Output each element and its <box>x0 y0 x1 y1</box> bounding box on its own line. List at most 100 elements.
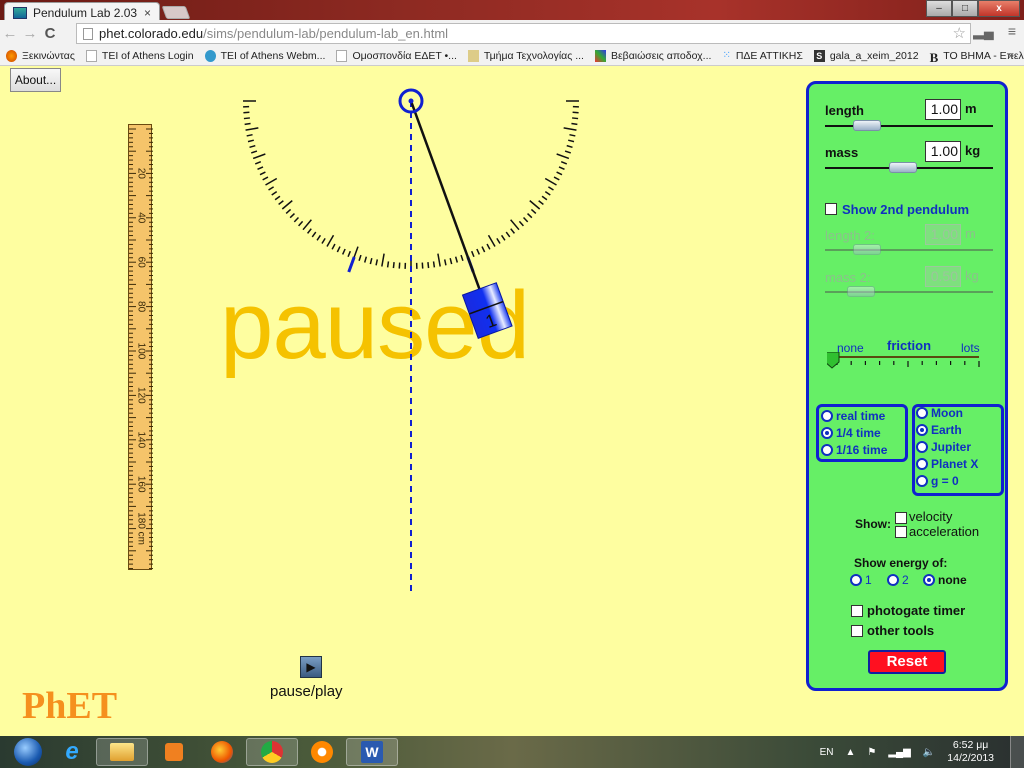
photogate-timer-checkbox[interactable] <box>851 605 863 617</box>
bookmark-item[interactable]: ⁙ ΠΔΕ ΑΤΤΙΚΗΣ <box>722 50 802 62</box>
mass2-input: 0.50 <box>925 266 961 287</box>
energy-radio[interactable] <box>923 574 935 586</box>
protractor-tick <box>522 217 529 223</box>
protractor-tick <box>278 200 284 206</box>
friction-thumb[interactable] <box>827 352 840 369</box>
time-speed-radio[interactable] <box>821 444 833 456</box>
length-slider-track[interactable] <box>825 125 993 127</box>
play-pause-label: pause/play <box>270 683 343 700</box>
protractor-tick <box>544 190 551 196</box>
bookmark-item[interactable]: Sgala_a_xeim_2012 <box>813 50 919 62</box>
taskbar-chrome[interactable] <box>246 738 298 766</box>
bookmark-item[interactable]: Ομοσπονδία ΕΔΕΤ •... <box>336 50 457 62</box>
time-speed-radio[interactable] <box>821 410 833 422</box>
time-speed-option-label: 1/4 time <box>836 426 881 440</box>
protractor-tick <box>529 200 541 210</box>
reset-button[interactable]: Reset <box>868 650 946 674</box>
minimize-button[interactable]: – <box>926 0 952 17</box>
gravity-option-label: g = 0 <box>931 474 959 488</box>
taskbar-ie[interactable]: e <box>46 738 98 766</box>
gravity-option-label: Jupiter <box>931 440 972 454</box>
show-desktop-button[interactable] <box>1010 736 1024 768</box>
energy-radio[interactable] <box>850 574 862 586</box>
protractor-tick <box>293 217 300 223</box>
protractor-tick <box>302 219 312 231</box>
control-panel: length 1.00 m mass 1.00 kg Show 2nd pend… <box>806 81 1008 691</box>
dots-icon: ⁙ <box>722 50 731 61</box>
gravity-radio[interactable] <box>916 407 928 419</box>
protractor-tick <box>518 220 524 227</box>
protractor-tick <box>568 139 575 143</box>
gravity-radio[interactable] <box>916 458 928 470</box>
avast-icon <box>311 741 333 763</box>
pivot-dot <box>408 98 414 104</box>
time-speed-option-label: 1/16 time <box>836 443 888 457</box>
bookmark-item[interactable]: Ξεκινώντας <box>6 50 75 62</box>
bookmark-label: TEI of Athens Login <box>101 50 194 62</box>
windows-taskbar: e W EN ▲ ⚑ ▂▄▆ 🔈 6:52 μμ 14/2/2013 <box>0 736 1024 768</box>
energy-radio[interactable] <box>887 574 899 586</box>
gravity-radio[interactable] <box>916 441 928 453</box>
mass-unit: kg <box>965 143 981 158</box>
language-indicator[interactable]: EN <box>820 747 834 758</box>
protractor-tick <box>558 166 565 171</box>
protractor-tick <box>336 246 341 253</box>
show-2nd-pendulum-checkbox[interactable] <box>825 203 837 215</box>
action-center-flag-icon[interactable]: ⚑ <box>867 747 876 758</box>
menu-icon[interactable]: ≡ <box>1008 23 1016 40</box>
gravity-radio[interactable] <box>916 424 928 436</box>
back-icon[interactable]: ← <box>0 25 20 42</box>
other-tools-checkbox[interactable] <box>851 625 863 637</box>
volume-icon[interactable]: 🔈 <box>923 747 935 758</box>
bookmark-item[interactable]: TEI of Athens Login <box>85 50 194 62</box>
clock[interactable]: 6:52 μμ 14/2/2013 <box>947 739 994 765</box>
length2-input: 1.00 <box>925 224 961 245</box>
velocity-checkbox[interactable] <box>895 512 907 524</box>
mass-input[interactable]: 1.00 <box>925 141 961 162</box>
network-icon[interactable]: ▂▄▆ <box>888 747 910 758</box>
protractor-tick <box>510 219 520 231</box>
length-slider-thumb[interactable] <box>853 120 881 131</box>
pendulum-stage: 1 <box>243 88 579 591</box>
taskbar-avast[interactable] <box>296 738 348 766</box>
new-tab-button[interactable] <box>161 6 191 19</box>
protractor-tick <box>358 254 362 262</box>
protractor-tick <box>375 259 379 266</box>
bob-body <box>461 282 513 339</box>
play-pause-button[interactable]: ▶ <box>300 656 322 678</box>
time-speed-radio[interactable] <box>821 427 833 439</box>
more-bookmarks-button[interactable]: » <box>1008 50 1014 62</box>
bookmark-star-icon[interactable]: ☆ <box>953 24 966 42</box>
taskbar-explorer[interactable] <box>96 738 148 766</box>
taskbar-firefox[interactable] <box>196 738 248 766</box>
taskbar-word[interactable]: W <box>346 738 398 766</box>
close-window-button[interactable]: x <box>978 0 1020 17</box>
browser-tab[interactable]: Pendulum Lab 2.03 × <box>4 2 160 22</box>
gravity-radio[interactable] <box>916 475 928 487</box>
maximize-button[interactable]: □ <box>952 0 978 17</box>
pendulum-bob[interactable]: 1 <box>461 282 513 339</box>
signal-icon[interactable]: ▂▄ <box>973 23 994 40</box>
length-input[interactable]: 1.00 <box>925 99 961 120</box>
address-bar[interactable]: phet.colorado.edu /sims/pendulum-lab/pen… <box>76 23 971 44</box>
forward-icon[interactable]: → <box>20 25 40 42</box>
page-icon <box>85 50 97 62</box>
friction-slider[interactable] <box>827 352 983 374</box>
mass-slider-thumb[interactable] <box>889 162 917 173</box>
taskbar-media-player[interactable] <box>148 738 200 766</box>
acceleration-checkbox[interactable] <box>895 526 907 538</box>
protractor-tick <box>481 246 486 253</box>
bookmark-item[interactable]: TEI of Athens Webm... <box>204 50 325 62</box>
show-hidden-icons-icon[interactable]: ▲ <box>845 747 855 758</box>
bookmark-item[interactable]: Τμήμα Τεχνολογίας ... <box>467 50 584 62</box>
bookmark-item[interactable]: Βεβαιώσεις αποδοχ... <box>594 50 711 62</box>
protractor-tick <box>326 234 335 247</box>
tab-close-icon[interactable]: × <box>144 6 151 20</box>
phet-logo[interactable]: PhET <box>22 684 117 728</box>
protractor-tick <box>265 177 278 186</box>
protractor-tick <box>432 261 436 268</box>
mass2-unit: kg <box>965 268 979 283</box>
reload-icon[interactable]: C <box>40 25 60 42</box>
protractor-tick <box>449 258 453 265</box>
protractor-tick <box>569 133 576 137</box>
